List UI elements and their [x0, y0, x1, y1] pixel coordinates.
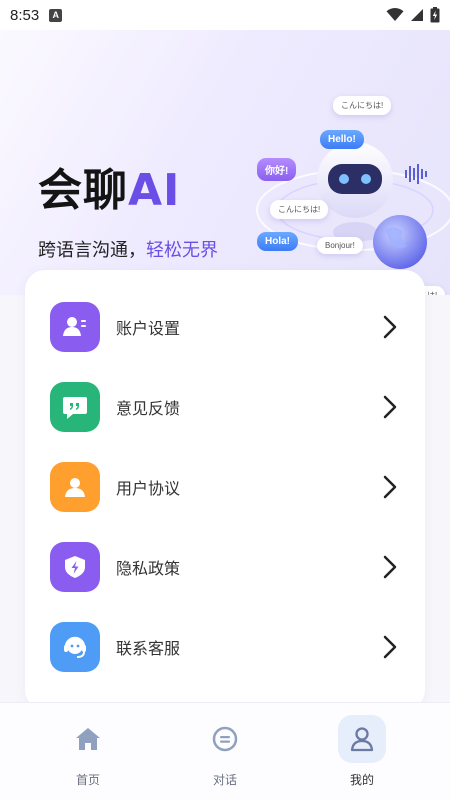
menu-label-privacy-policy: 隐私政策 [116, 559, 181, 578]
chevron-right-icon [383, 555, 397, 579]
menu-label-customer-service: 联系客服 [116, 639, 181, 658]
profile-icon [338, 715, 386, 763]
account-settings-icon [50, 302, 100, 352]
slogan-main: 跨语言沟通， [38, 240, 146, 261]
home-icon [64, 715, 112, 763]
nav-item-home[interactable]: 首页 [53, 715, 123, 795]
chevron-right-icon [383, 395, 397, 419]
a-notification-icon: A [49, 8, 63, 22]
hero-banner: 会聊AI 跨语言沟通，轻松无界 こんにちは! Hello! 你好! こんにちは!… [0, 30, 450, 295]
privacy-policy-icon [50, 542, 100, 592]
chat-icon [201, 715, 249, 763]
bubble-bonjour: Bonjour! [317, 237, 363, 254]
menu-item-account-settings[interactable]: 账户设置 [25, 287, 425, 367]
menu-item-user-agreement[interactable]: 用户协议 [25, 447, 425, 527]
status-bar: 8:53 A [0, 0, 450, 30]
app-title-accent: AI [128, 165, 181, 216]
bubble-nihao: 你好! [257, 158, 297, 181]
battery-charging-icon [430, 7, 440, 23]
menu-item-privacy-policy[interactable]: 隐私政策 [25, 527, 425, 607]
app-title: 会聊AI [38, 154, 180, 218]
status-icons [386, 7, 440, 23]
customer-service-icon [50, 622, 100, 672]
nav-label-home: 首页 [75, 773, 100, 787]
user-agreement-icon [50, 462, 100, 512]
bubble-hola: Hola! [257, 232, 298, 251]
app-title-main: 会聊 [38, 165, 128, 216]
nav-item-profile[interactable]: 我的 [327, 715, 397, 795]
bubble-hello: Hello! [320, 130, 364, 149]
menu-label-feedback: 意见反馈 [116, 399, 181, 418]
bubble-konnichiwa-top: こんにちは! [333, 96, 392, 115]
settings-menu-card: 账户设置 意见反馈 用户协议 隐私政策 联系客服 [25, 270, 425, 710]
nav-item-chat[interactable]: 对话 [190, 715, 260, 795]
status-time: 8:53 [10, 6, 40, 24]
nav-label-profile: 我的 [349, 773, 374, 787]
nav-label-chat: 对话 [212, 773, 237, 787]
signal-icon [411, 9, 423, 21]
menu-item-feedback[interactable]: 意见反馈 [25, 367, 425, 447]
slogan-accent: 轻松无界 [146, 240, 218, 261]
app-slogan: 跨语言沟通，轻松无界 [38, 236, 218, 262]
robot-illustration: こんにちは! Hello! 你好! こんにちは! Hola! Bonjour! … [245, 60, 450, 295]
menu-item-customer-service[interactable]: 联系客服 [25, 607, 425, 687]
menu-label-account-settings: 账户设置 [116, 319, 181, 338]
wifi-icon [386, 8, 404, 21]
bubble-konnichiwa-mid: こんにちは! [270, 200, 329, 219]
chevron-right-icon [383, 475, 397, 499]
chevron-right-icon [383, 635, 397, 659]
menu-label-user-agreement: 用户协议 [116, 479, 181, 498]
feedback-icon [50, 382, 100, 432]
chevron-right-icon [383, 315, 397, 339]
bottom-navigation: 首页 对话 我的 [0, 702, 450, 800]
